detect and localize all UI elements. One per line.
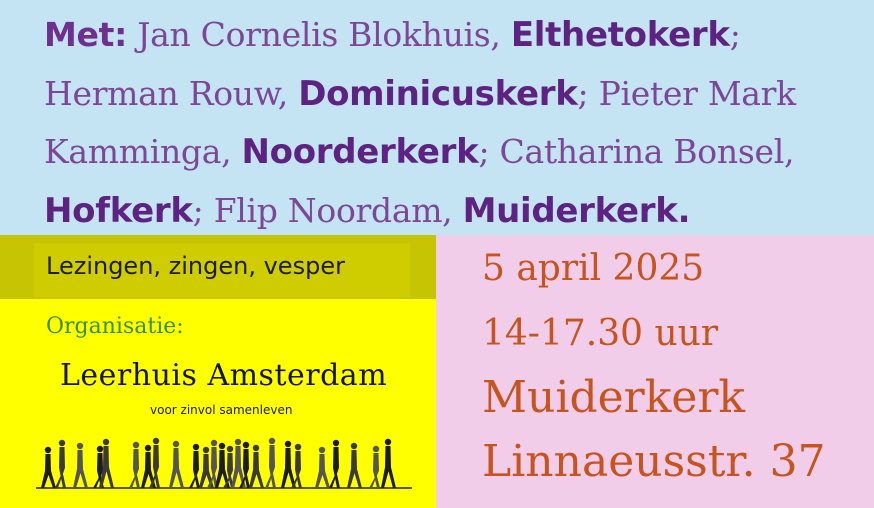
separator: ; — [478, 132, 490, 171]
speaker-church: Dominicuskerk — [298, 73, 578, 114]
separator: ; — [729, 15, 741, 54]
separator: ; — [577, 73, 589, 113]
separator: ; — [192, 190, 204, 230]
speaker-name: Jan Cornelis Blokhuis, — [137, 15, 501, 54]
speakers-panel: Met: Jan Cornelis Blokhuis, Elthetokerk;… — [0, 0, 874, 235]
speaker-name: Catharina Bonsel, — [499, 132, 795, 171]
speaker-church: Hofkerk — [44, 190, 193, 231]
program-text: Lezingen, zingen, vesper — [46, 252, 345, 280]
speaker-name: Herman Rouw, — [44, 73, 288, 113]
event-venue: Muiderkerk — [482, 372, 746, 423]
speaker-church: Noorderkerk — [241, 132, 479, 172]
organisation-name: Leerhuis Amsterdam — [60, 358, 388, 393]
speaker-name: Flip Noordam, — [213, 190, 453, 230]
event-date: 5 april 2025 — [482, 248, 705, 289]
speakers-lead: Met: — [44, 15, 127, 54]
event-address: Linnaeusstr. 37 — [482, 436, 826, 487]
speakers-text: Met: Jan Cornelis Blokhuis, Elthetokerk;… — [44, 6, 856, 240]
speaker-church: Muiderkerk. — [462, 190, 691, 231]
speaker-church: Elthetokerk — [510, 15, 730, 55]
event-time: 14-17.30 uur — [482, 313, 719, 354]
organisation-tagline: voor zinvol samenleven — [150, 403, 293, 417]
organisation-label: Organisatie: — [46, 314, 184, 339]
walking-people-silhouettes-icon — [36, 437, 412, 489]
